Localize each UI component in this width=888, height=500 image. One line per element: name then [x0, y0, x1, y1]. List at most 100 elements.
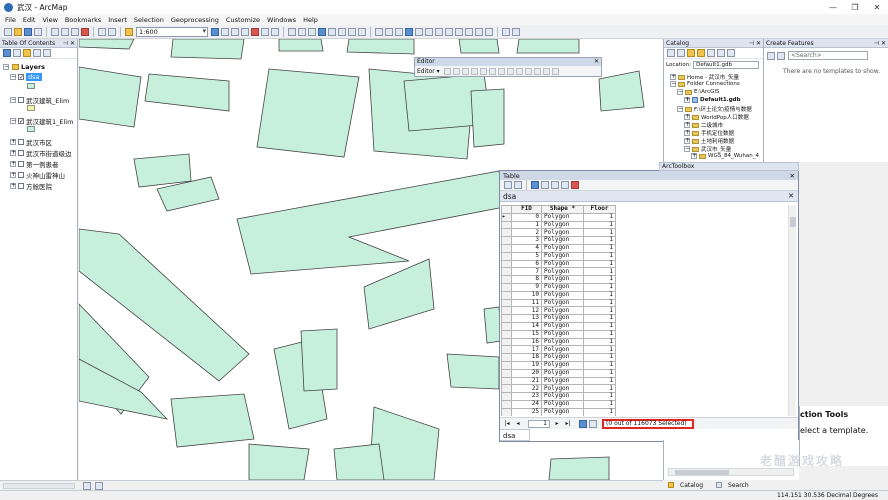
row-selector[interactable]: [501, 306, 512, 316]
cell-floor[interactable]: 1: [583, 220, 616, 230]
minimize-button[interactable]: —: [822, 3, 844, 12]
table-row[interactable]: 25 Polygon 1: [501, 407, 616, 416]
fixed-zoom-out-icon[interactable]: [338, 27, 346, 36]
building-polygon[interactable]: [170, 393, 255, 448]
layer-visibility-checkbox[interactable]: [18, 97, 24, 103]
table-row[interactable]: ▸ 0 Polygon 1: [501, 212, 616, 222]
html-popup-icon[interactable]: [425, 27, 433, 36]
menu-view[interactable]: View: [42, 16, 57, 24]
table-row[interactable]: 5 Polygon 1: [501, 251, 616, 261]
cell-floor[interactable]: 1: [583, 212, 616, 222]
layer-buildings-elim[interactable]: − 武汉建筑_Elim: [10, 95, 69, 105]
expand-icon[interactable]: +: [10, 161, 16, 167]
time-slider-icon[interactable]: [475, 27, 483, 36]
switch-selection-icon[interactable]: [541, 181, 549, 189]
close-icon[interactable]: ✕: [881, 40, 886, 47]
point-icon[interactable]: [479, 68, 487, 75]
zoom-to-selected-icon[interactable]: [561, 181, 569, 189]
cell-floor[interactable]: 1: [583, 407, 616, 416]
list-by-selection-icon[interactable]: [33, 49, 41, 57]
tab-search[interactable]: Search: [715, 482, 755, 489]
close-icon[interactable]: ✕: [594, 58, 599, 65]
cell-floor[interactable]: 1: [583, 329, 616, 339]
table-row[interactable]: 10 Polygon 1: [501, 290, 616, 300]
cell-floor[interactable]: 1: [583, 259, 616, 269]
create-features-icon[interactable]: [551, 68, 559, 75]
row-selector[interactable]: [501, 267, 512, 277]
toc-horizontal-scrollbar[interactable]: [3, 483, 75, 489]
close-icon[interactable]: ✕: [756, 40, 761, 47]
map-scale-select[interactable]: 1:600: [136, 26, 208, 37]
row-selector[interactable]: [501, 392, 512, 401]
table-options-icon[interactable]: [504, 181, 512, 189]
tab-catalog[interactable]: Catalog: [667, 482, 709, 489]
layer-visibility-checkbox[interactable]: [18, 161, 24, 167]
layer-visibility-checkbox[interactable]: [18, 172, 24, 178]
select-features-icon[interactable]: [375, 27, 383, 36]
home-folder-icon[interactable]: [697, 49, 705, 57]
layer-wuhan-street[interactable]: + 武汉市街道级边: [10, 148, 72, 158]
expand-icon[interactable]: +: [10, 183, 16, 189]
collapse-icon[interactable]: −: [3, 64, 9, 70]
building-polygon[interactable]: [300, 328, 338, 392]
cell-fid[interactable]: 21: [511, 376, 542, 386]
last-record-icon[interactable]: ▸|: [564, 420, 572, 427]
list-by-source-icon[interactable]: [13, 49, 21, 57]
hyperlink-icon[interactable]: [415, 27, 423, 36]
cell-floor[interactable]: 1: [583, 337, 616, 347]
python-icon[interactable]: [261, 27, 269, 36]
fixed-zoom-in-icon[interactable]: [328, 27, 336, 36]
catalog-item-landuse[interactable]: + 土地利用数据: [684, 137, 734, 145]
table-titlebar[interactable]: Table ✕: [500, 171, 798, 180]
layer-dsa[interactable]: − ✓ dsa: [10, 73, 42, 81]
building-polygon[interactable]: [278, 39, 324, 52]
cell-shape[interactable]: Polygon: [541, 212, 584, 222]
full-extent-icon[interactable]: [318, 27, 326, 36]
cell-shape[interactable]: Polygon: [541, 329, 584, 339]
building-polygon[interactable]: [516, 39, 580, 54]
layer-label[interactable]: 武汉建筑1_Elim: [26, 116, 73, 126]
model-builder-icon[interactable]: [271, 27, 279, 36]
cell-fid[interactable]: 25: [511, 407, 542, 416]
cell-shape[interactable]: Polygon: [541, 259, 584, 269]
catalog-item-phone-data[interactable]: + 手机定位数据: [684, 129, 734, 137]
identify-icon[interactable]: [405, 27, 413, 36]
collapse-icon[interactable]: −: [10, 74, 16, 80]
cell-floor[interactable]: 1: [583, 368, 616, 378]
template-search-input[interactable]: <Search>: [788, 51, 868, 60]
menu-geoprocessing[interactable]: Geoprocessing: [171, 16, 219, 24]
cell-shape[interactable]: Polygon: [541, 376, 584, 386]
catalog-item-e-arcgis[interactable]: − E:\ArcGIS: [677, 89, 719, 95]
paste-icon[interactable]: [71, 27, 79, 36]
building-polygon[interactable]: [79, 39, 135, 50]
close-button[interactable]: ✕: [866, 3, 888, 12]
cell-shape[interactable]: Polygon: [541, 337, 584, 347]
pin-icon[interactable]: ⊣: [749, 40, 754, 47]
row-selector[interactable]: [501, 228, 512, 238]
select-elements-icon[interactable]: [395, 27, 403, 36]
polygon-symbol[interactable]: [27, 126, 35, 132]
cell-fid[interactable]: 6: [511, 259, 542, 269]
row-selector[interactable]: [501, 345, 512, 355]
catalog-item-folder-connections[interactable]: − Folder Connections: [670, 81, 740, 87]
building-polygon[interactable]: [346, 39, 415, 55]
building-polygon[interactable]: [363, 258, 435, 330]
up-one-level-icon[interactable]: [687, 49, 695, 57]
layers-root[interactable]: − Layers: [3, 63, 45, 71]
zoom-in-icon[interactable]: [288, 27, 296, 36]
layer-label[interactable]: 方舱医院: [26, 181, 52, 191]
pin-icon[interactable]: ⊣: [874, 40, 879, 47]
cell-shape[interactable]: Polygon: [541, 368, 584, 378]
building-polygon[interactable]: [446, 353, 500, 390]
polygon-symbol[interactable]: [27, 83, 35, 89]
attributes-icon[interactable]: [533, 68, 541, 75]
row-selector[interactable]: [501, 236, 512, 245]
cut-polygons-icon[interactable]: [506, 68, 514, 75]
building-polygon[interactable]: [256, 68, 360, 158]
layer-huoshenshan[interactable]: + 火神山雷神山: [10, 170, 65, 180]
edit-tool-icon[interactable]: [443, 68, 451, 75]
row-selector[interactable]: [501, 353, 512, 362]
row-selector[interactable]: [501, 337, 512, 347]
save-icon[interactable]: [24, 27, 32, 36]
cell-fid[interactable]: 1: [511, 220, 542, 230]
